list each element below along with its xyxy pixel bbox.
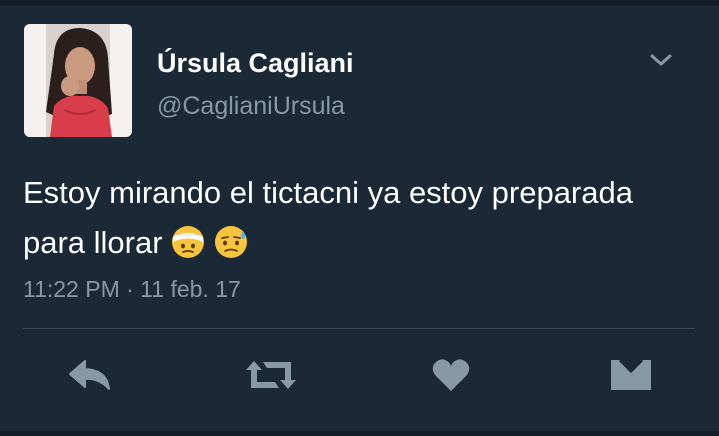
direct-message-button[interactable] xyxy=(608,355,654,399)
screen-name[interactable]: @CaglianiUrsula xyxy=(157,92,345,121)
head-bandage-emoji xyxy=(171,225,205,259)
reply-icon xyxy=(67,358,113,397)
reply-button[interactable] xyxy=(66,355,114,399)
timestamp[interactable]: 11:22 PM · 11 feb. 17 xyxy=(23,276,241,303)
like-button[interactable] xyxy=(430,355,472,399)
heart-icon xyxy=(431,357,471,398)
retweet-icon xyxy=(243,358,299,397)
envelope-icon xyxy=(609,357,653,398)
bottom-strip xyxy=(0,431,719,436)
display-name[interactable]: Úrsula Cagliani xyxy=(157,48,354,79)
avatar-photo xyxy=(24,24,132,137)
avatar[interactable] xyxy=(24,24,132,137)
tweet-text-body: Estoy mirando el tictacni ya estoy prepa… xyxy=(23,175,633,260)
tweet-text: Estoy mirando el tictacni ya estoy prepa… xyxy=(23,168,683,268)
sweat-face-emoji xyxy=(214,225,248,259)
chevron-down-icon[interactable] xyxy=(648,50,674,70)
retweet-button[interactable] xyxy=(242,355,300,399)
divider xyxy=(23,328,695,329)
